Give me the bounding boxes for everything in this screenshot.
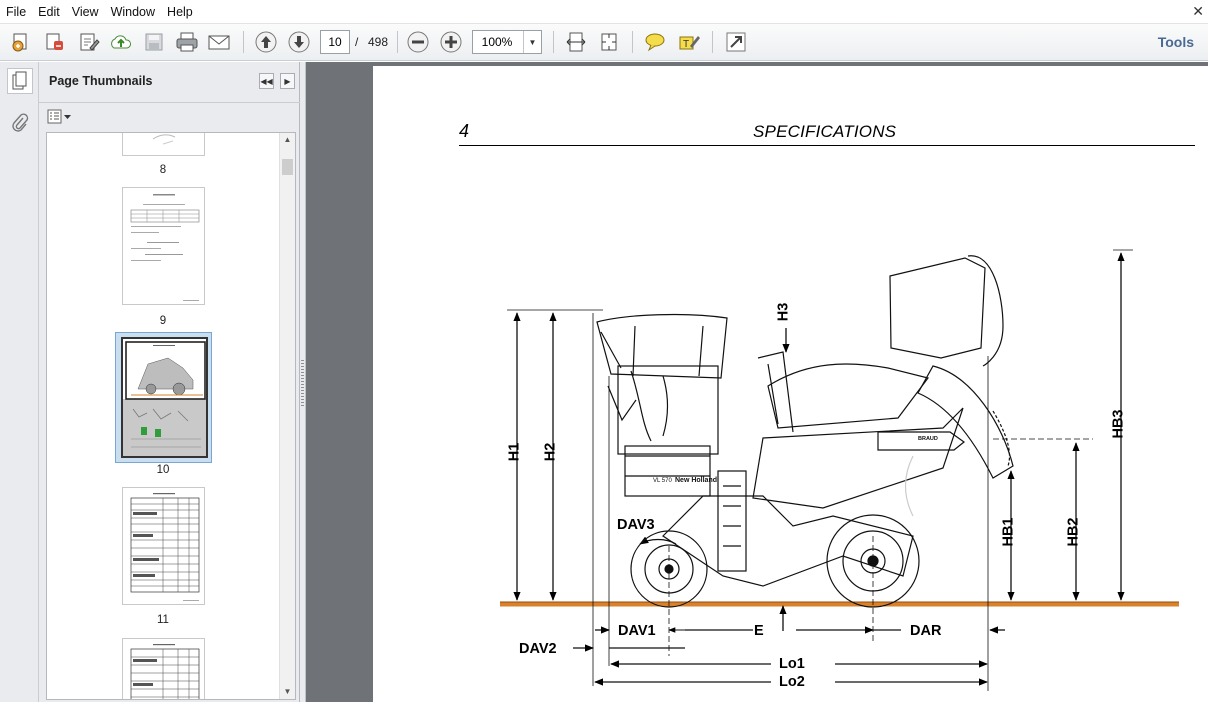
menu-file[interactable]: File xyxy=(0,5,32,19)
thumbnail-page-12[interactable] xyxy=(122,638,205,699)
upload-icon[interactable] xyxy=(108,29,134,55)
model-decal: VL 570 xyxy=(653,478,672,484)
dim-label-e: E xyxy=(754,623,764,639)
dim-label-h2: H2 xyxy=(542,442,559,462)
dim-label-h1: H1 xyxy=(506,442,523,462)
dim-label-dav1: DAV1 xyxy=(618,623,656,639)
edit-icon[interactable] xyxy=(76,29,102,55)
toolbar-separator xyxy=(397,31,398,53)
navigation-rail xyxy=(0,62,39,702)
thumbnail-page-11[interactable] xyxy=(122,487,205,605)
comment-icon[interactable] xyxy=(642,29,668,55)
zoom-in-icon[interactable] xyxy=(438,29,464,55)
thumbnail-list[interactable]: 8 9 10 11 ▲ ▼ xyxy=(46,132,296,700)
page-total: 498 xyxy=(368,35,389,49)
export-icon[interactable] xyxy=(42,29,68,55)
chevron-right-icon[interactable]: ▶ xyxy=(280,73,295,89)
menu-edit[interactable]: Edit xyxy=(32,5,66,19)
thumbnail-label: 10 xyxy=(156,464,170,476)
splitter-grip[interactable] xyxy=(301,360,304,406)
thumbnail-label: 8 xyxy=(159,164,167,176)
close-document-icon[interactable]: ✕ xyxy=(1192,3,1204,20)
menu-window[interactable]: Window xyxy=(105,5,161,19)
dim-label-hb3: HB3 xyxy=(1110,409,1127,439)
document-view[interactable]: 4 SPECIFICATIONS VL 570 New Holland BRAU… xyxy=(306,62,1208,702)
print-icon[interactable] xyxy=(174,29,200,55)
toolbar-separator xyxy=(243,31,244,53)
scroll-up-icon[interactable]: ▲ xyxy=(280,133,295,147)
document-page: 4 SPECIFICATIONS VL 570 New Holland BRAU… xyxy=(373,66,1208,702)
page-number-input[interactable]: 10 xyxy=(320,30,350,54)
dim-label-lo2: Lo2 xyxy=(779,674,805,690)
zoom-out-icon[interactable] xyxy=(405,29,431,55)
menu-bar: File Edit View Window Help ✕ xyxy=(0,0,1208,24)
dim-label-dav2: DAV2 xyxy=(519,641,557,657)
svg-text:T: T xyxy=(683,39,689,50)
harvester-drawing: VL 570 New Holland BRAUD xyxy=(500,249,1179,691)
fullscreen-icon[interactable] xyxy=(723,29,749,55)
thumbnail-label: 11 xyxy=(157,614,169,626)
tank-decal: BRAUD xyxy=(918,436,938,442)
dim-label-hb2: HB2 xyxy=(1065,517,1082,547)
thumbnail-scrollbar[interactable]: ▲ ▼ xyxy=(279,133,295,699)
highlight-icon[interactable]: T xyxy=(676,29,702,55)
dim-label-dar: DAR xyxy=(910,623,942,639)
panel-divider xyxy=(39,102,300,103)
thumbnail-page-8[interactable] xyxy=(122,133,205,156)
zoom-value: 100% xyxy=(481,35,513,49)
panel-title: Page Thumbnails xyxy=(49,74,153,88)
chevron-down-icon[interactable]: ▼ xyxy=(523,31,541,53)
dim-label-lo1: Lo1 xyxy=(779,656,805,672)
thumbnail-page-9[interactable] xyxy=(122,187,205,305)
zoom-select[interactable]: 100% ▼ xyxy=(472,30,542,54)
next-page-icon[interactable] xyxy=(286,29,312,55)
attachments-icon[interactable] xyxy=(7,110,33,136)
page-thumbnails-icon[interactable] xyxy=(7,68,33,94)
tools-link[interactable]: Tools xyxy=(1158,34,1194,50)
fit-page-icon[interactable] xyxy=(596,29,622,55)
menu-view[interactable]: View xyxy=(66,5,105,19)
email-icon[interactable] xyxy=(206,29,232,55)
previous-page-icon[interactable] xyxy=(253,29,279,55)
dim-label-hb1: HB1 xyxy=(1000,517,1017,547)
page-thumbnails-panel: Page Thumbnails ◀◀ ▶ 8 9 10 11 ▲ ▼ xyxy=(39,62,300,702)
toolbar-separator xyxy=(632,31,633,53)
save-icon[interactable] xyxy=(141,29,167,55)
scroll-thumb[interactable] xyxy=(282,159,293,175)
thumbnail-label: 9 xyxy=(159,315,167,327)
fit-width-icon[interactable] xyxy=(563,29,589,55)
menu-help[interactable]: Help xyxy=(161,5,199,19)
main-toolbar: 10 / 498 100% ▼ T Tools xyxy=(0,24,1208,61)
thumbnail-page-10[interactable] xyxy=(121,337,208,458)
create-icon[interactable] xyxy=(8,29,34,55)
toolbar-separator xyxy=(712,31,713,53)
toolbar-separator xyxy=(553,31,554,53)
dim-label-h3: H3 xyxy=(775,302,792,322)
dim-label-dav3: DAV3 xyxy=(617,517,655,533)
thumbnail-options-icon[interactable] xyxy=(47,108,73,126)
page-separator: / xyxy=(355,35,359,49)
collapse-panel-icon[interactable]: ◀◀ xyxy=(259,73,274,89)
scroll-down-icon[interactable]: ▼ xyxy=(280,685,295,699)
brand-decal: New Holland xyxy=(675,477,717,484)
